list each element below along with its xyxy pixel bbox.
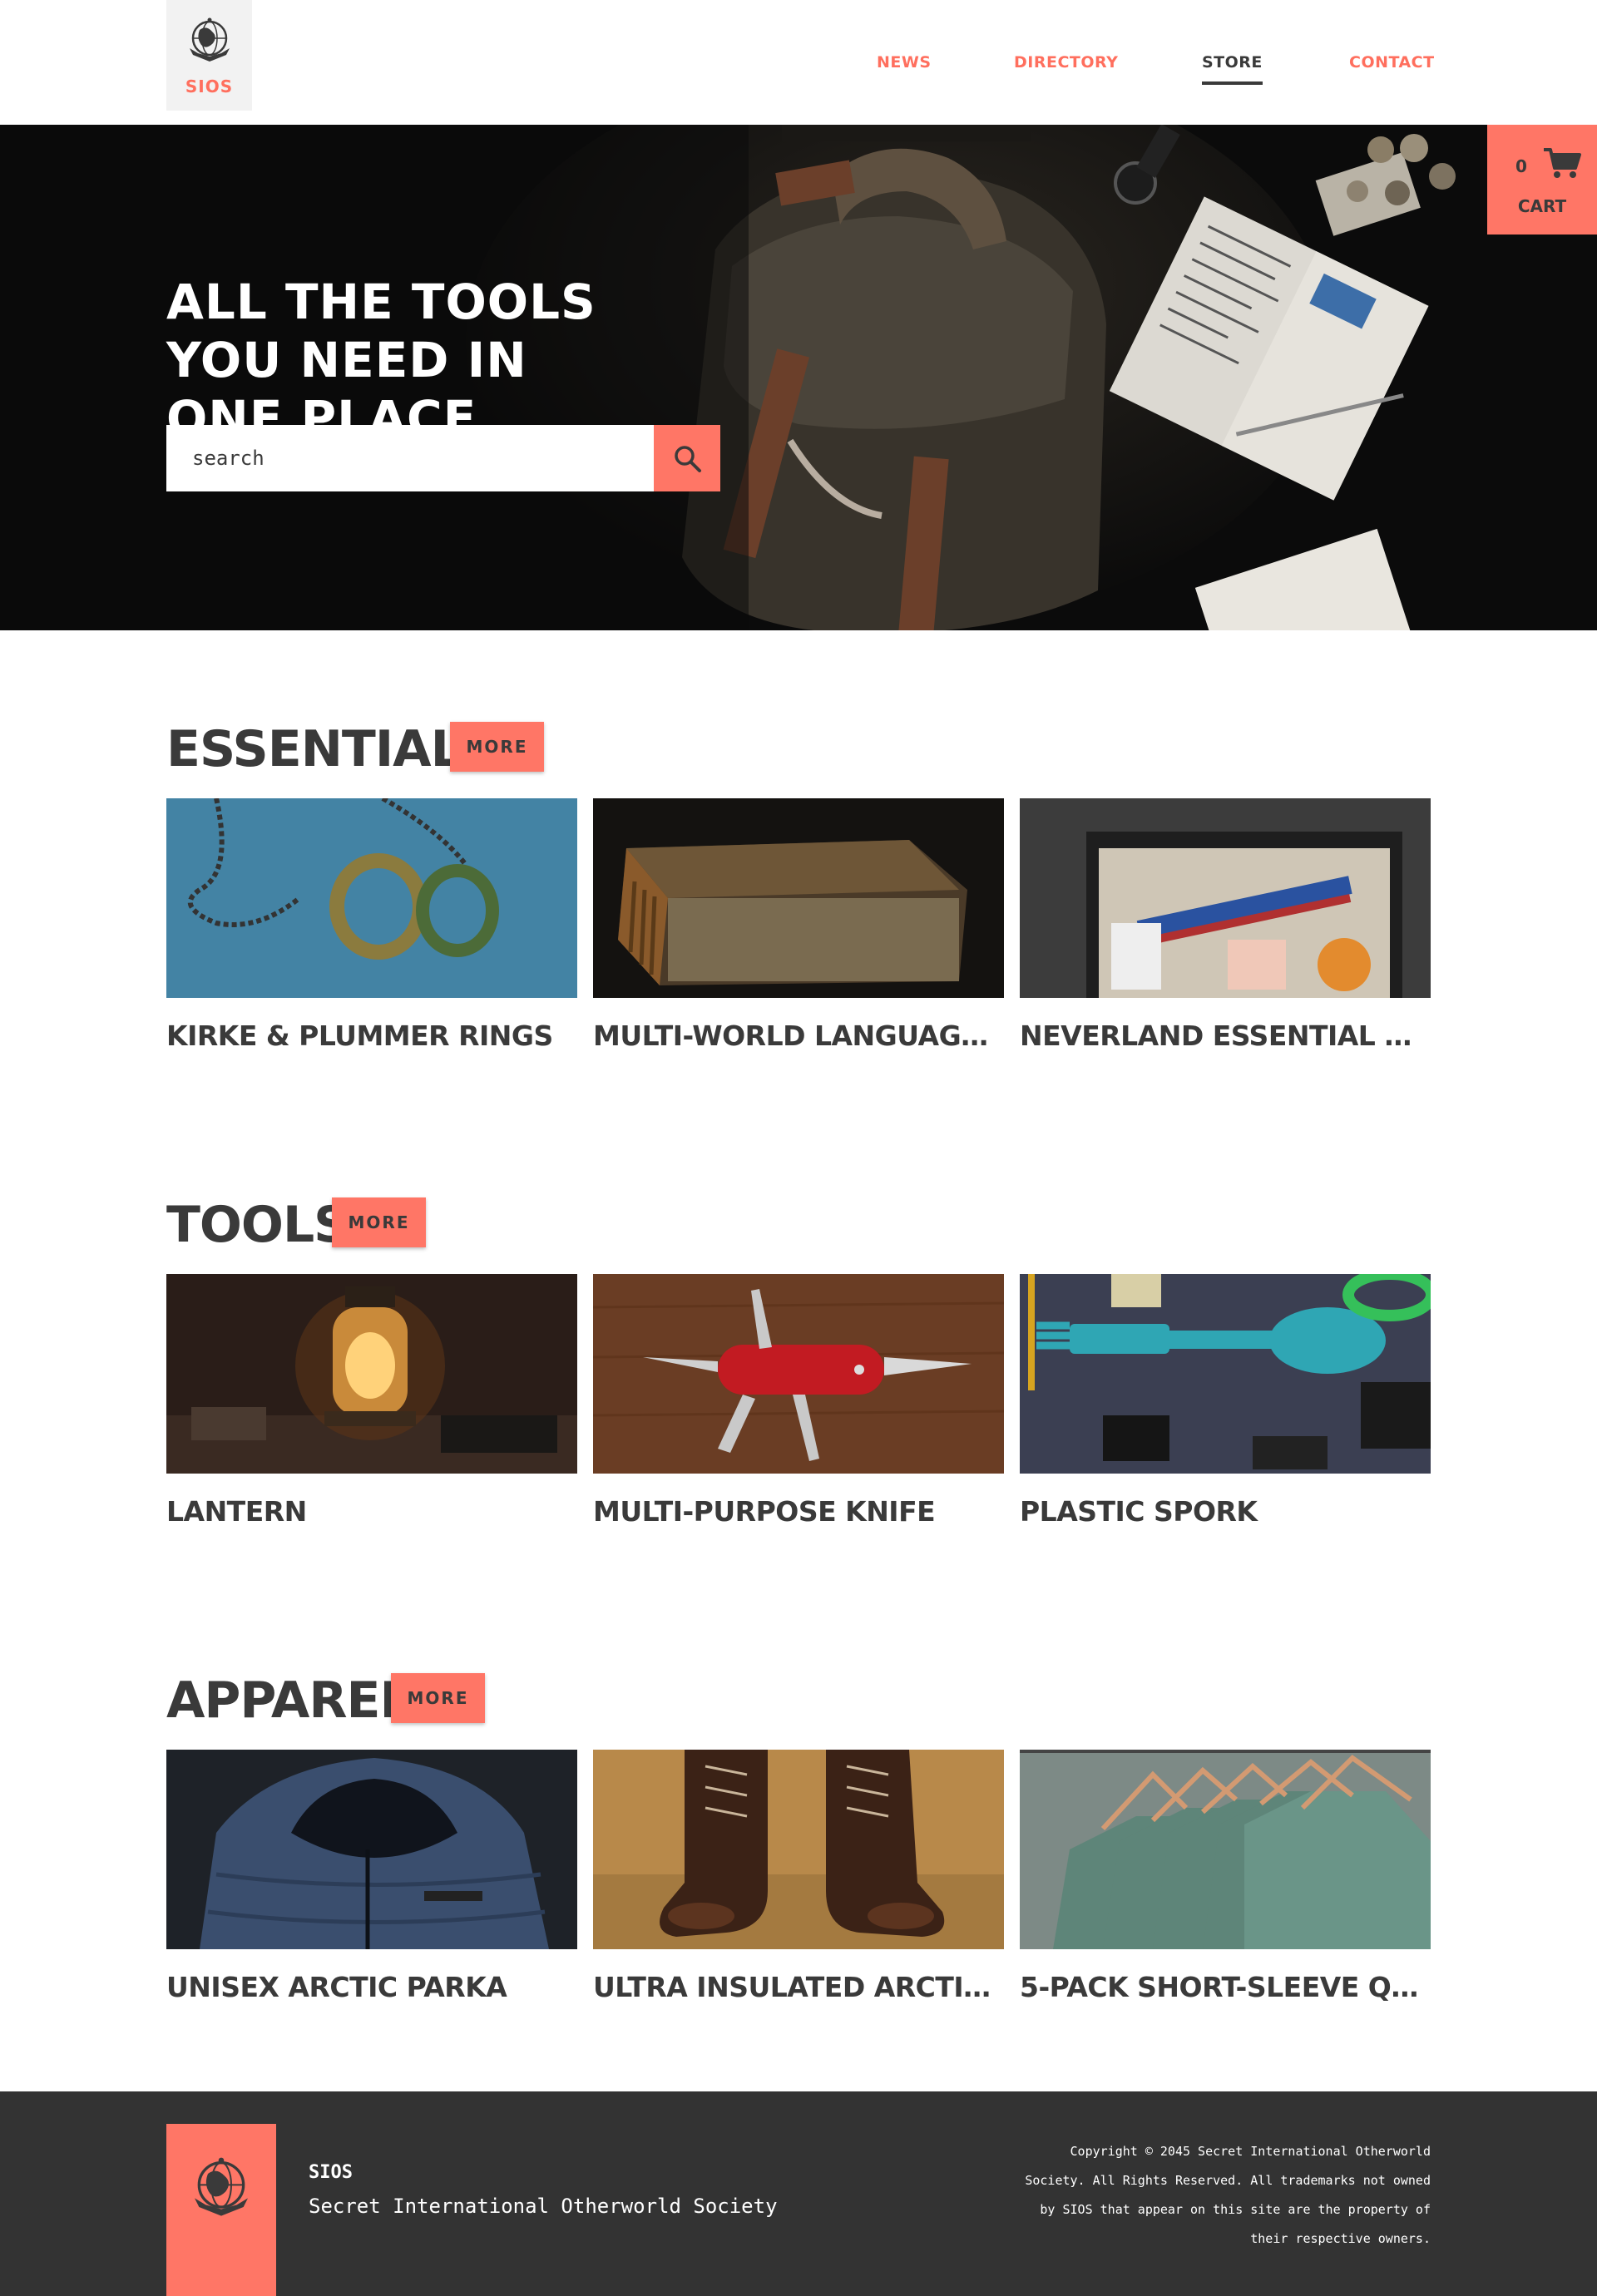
old-book-image: [593, 798, 1004, 998]
nav-item-news[interactable]: NEWS: [877, 53, 932, 72]
more-button-apparel[interactable]: MORE: [391, 1673, 485, 1723]
footer-logo[interactable]: [166, 2124, 276, 2296]
cart-count: 0: [1515, 156, 1527, 176]
product-image: [166, 1750, 577, 1949]
t-shirts-image: [1020, 1750, 1431, 1949]
lantern-image: [166, 1274, 577, 1474]
product-card[interactable]: NEVERLAND ESSENTIAL BUNDLE: [1020, 798, 1431, 1064]
product-title: KIRKE & PLUMMER RINGS: [166, 1020, 553, 1052]
section-title: APPAREL: [166, 1671, 412, 1730]
footer-brand-name: SIOS: [309, 2162, 353, 2183]
hero-title: ALL THE TOOLS YOU NEED IN ONE PLACE: [166, 274, 596, 447]
product-grid: KIRKE & PLUMMER RINGS MULTI-WORLD LANGUA…: [166, 798, 1431, 1064]
footer-copyright: Copyright © 2045 Secret International Ot…: [1025, 2144, 1431, 2246]
search-input[interactable]: [166, 425, 654, 491]
bundle-tin-image: [1020, 798, 1431, 998]
section-title: TOOLS: [166, 1196, 349, 1254]
product-title: LANTERN: [166, 1495, 307, 1528]
product-image: [1020, 1274, 1431, 1474]
product-title: 5-PACK SHORT-SLEEVE QUICK...: [1020, 1971, 1431, 2003]
product-title: ULTRA INSULATED ARCTIC ...: [593, 1971, 1004, 2003]
product-title: NEVERLAND ESSENTIAL BUNDLE: [1020, 1020, 1431, 1052]
cart-label: CART: [1517, 196, 1567, 216]
footer-org-name: Secret International Otherworld Society: [309, 2195, 778, 2218]
product-title: PLASTIC SPORK: [1020, 1495, 1258, 1528]
product-image: [1020, 1750, 1431, 1949]
more-button-essentials[interactable]: MORE: [450, 722, 544, 772]
product-card[interactable]: 5-PACK SHORT-SLEEVE QUICK...: [1020, 1750, 1431, 2016]
product-image: [593, 798, 1004, 998]
product-grid: LANTERN MULTI-PURPOSE KNIFE PLASTIC SPOR…: [166, 1274, 1431, 1540]
hero-banner: ALL THE TOOLS YOU NEED IN ONE PLACE: [0, 125, 1597, 630]
shopping-cart-icon: [1544, 148, 1581, 178]
search-icon: [675, 446, 701, 472]
globe-emblem-icon: [195, 2157, 248, 2216]
product-card[interactable]: MULTI-WORLD LANGUAGE GUIDE: [593, 798, 1004, 1064]
pocket-knife-image: [593, 1274, 1004, 1474]
product-grid: UNISEX ARCTIC PARKA ULTRA INSULATED ARCT…: [166, 1750, 1431, 2016]
product-image: [1020, 798, 1431, 998]
cart-button[interactable]: 0 CART: [1487, 125, 1597, 235]
spork-image: [1020, 1274, 1431, 1474]
search-button[interactable]: [654, 425, 720, 491]
nav-item-store[interactable]: STORE: [1202, 53, 1263, 85]
site-header: SIOS NEWS DIRECTORY STORE CONTACT: [0, 0, 1597, 125]
product-title: MULTI-WORLD LANGUAGE GUIDE: [593, 1020, 1004, 1052]
site-footer: SIOS Secret International Otherworld Soc…: [0, 2091, 1597, 2296]
parka-image: [166, 1750, 577, 1949]
product-image: [593, 1750, 1004, 1949]
main-nav: NEWS DIRECTORY STORE CONTACT: [0, 53, 1597, 86]
product-image: [166, 1274, 577, 1474]
product-card[interactable]: MULTI-PURPOSE KNIFE: [593, 1274, 1004, 1540]
more-button-tools[interactable]: MORE: [332, 1197, 426, 1247]
product-card[interactable]: PLASTIC SPORK: [1020, 1274, 1431, 1540]
nav-item-contact[interactable]: CONTACT: [1349, 53, 1435, 72]
search-bar: [166, 425, 720, 491]
product-card[interactable]: KIRKE & PLUMMER RINGS: [166, 798, 577, 1064]
nav-item-directory[interactable]: DIRECTORY: [1014, 53, 1118, 72]
section-title: ESSENTIALS: [166, 720, 497, 778]
product-image: [593, 1274, 1004, 1474]
product-title: UNISEX ARCTIC PARKA: [166, 1971, 507, 2003]
product-image: [166, 798, 577, 998]
product-card[interactable]: UNISEX ARCTIC PARKA: [166, 1750, 577, 2016]
rings-image: [166, 798, 577, 998]
boots-image: [593, 1750, 1004, 1949]
product-card[interactable]: ULTRA INSULATED ARCTIC ...: [593, 1750, 1004, 2016]
product-card[interactable]: LANTERN: [166, 1274, 577, 1540]
product-title: MULTI-PURPOSE KNIFE: [593, 1495, 936, 1528]
